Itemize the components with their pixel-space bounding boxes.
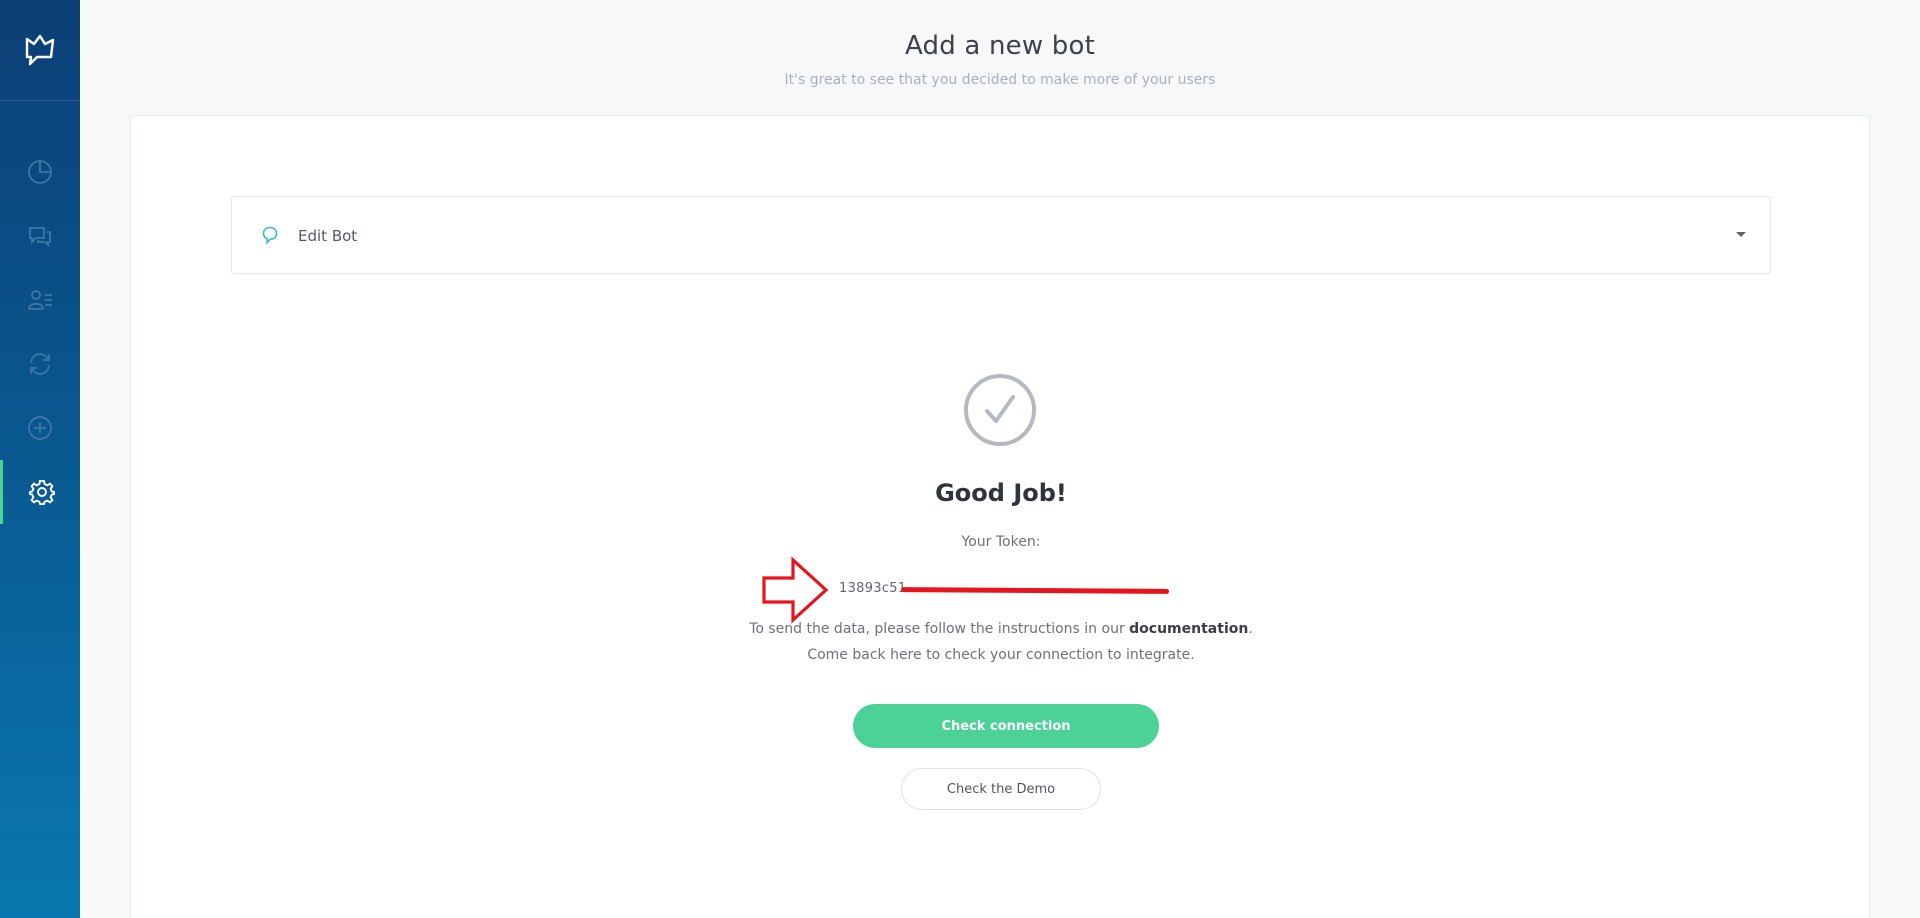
instructions-text: To send the data, please follow the inst… [131, 616, 1871, 668]
app-logo[interactable] [0, 0, 80, 101]
edit-bot-accordion[interactable]: Edit Bot [231, 196, 1771, 274]
accordion-label: Edit Bot [298, 227, 358, 245]
refresh-icon [30, 353, 50, 375]
sidebar [0, 0, 80, 918]
plus-circle-icon [28, 416, 52, 440]
check-demo-button[interactable]: Check the Demo [901, 768, 1101, 810]
chat-bolt-logo-icon [25, 34, 55, 66]
sidebar-item-conversations[interactable] [0, 204, 80, 268]
chevron-down-icon[interactable] [1736, 232, 1746, 237]
documentation-link[interactable]: documentation [1129, 621, 1248, 637]
check-circle-icon [964, 374, 1036, 446]
check-connection-button[interactable]: Check connection [853, 704, 1159, 748]
sidebar-item-settings[interactable] [0, 460, 80, 524]
success-heading: Good Job! [935, 479, 1067, 507]
chat-bubbles-icon [29, 227, 51, 248]
add-bot-card: Edit Bot Good Job! Your Token: 13893c51 … [130, 115, 1870, 918]
sidebar-item-analytics[interactable] [0, 140, 80, 204]
page-title: Add a new bot [904, 31, 1095, 61]
annotation-arrow-icon [762, 556, 829, 624]
page-subtitle: It's great to see that you decided to ma… [784, 72, 1216, 88]
chat-bubble-icon [262, 226, 278, 244]
gear-icon [28, 480, 55, 505]
sidebar-item-users[interactable] [0, 268, 80, 332]
sidebar-item-sync[interactable] [0, 332, 80, 396]
users-list-icon [28, 290, 52, 310]
instructions-line-1: To send the data, please follow the inst… [749, 621, 1253, 637]
instructions-line-2: Come back here to check your connection … [807, 647, 1195, 663]
sidebar-item-add[interactable] [0, 396, 80, 460]
token-label: Your Token: [961, 534, 1041, 550]
pie-chart-icon [28, 160, 52, 184]
